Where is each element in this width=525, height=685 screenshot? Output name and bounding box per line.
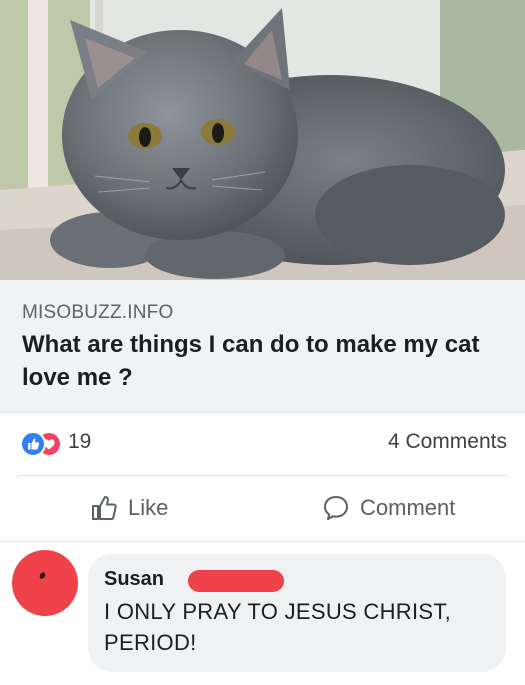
comment-bubble-icon [324,496,348,520]
comment-count-link[interactable]: 4 Comments [388,430,507,454]
comment-label: Comment [360,495,456,520]
link-title[interactable]: What are things I can do to make my cat … [22,328,512,394]
avatar-detail [38,571,47,580]
comment-text: I ONLY PRAY TO JESUS CHRIST, PERIOD! [104,599,452,655]
kitten-illustration [0,0,525,280]
reaction-count[interactable]: 19 [68,430,91,454]
thumbs-up-icon [92,496,117,520]
redaction-mark [188,570,284,592]
post-image[interactable] [0,0,525,280]
comment-author[interactable]: Susan [104,568,164,591]
link-preview[interactable]: MISOBUZZ.INFO What are things I can do t… [0,280,525,413]
like-reaction-icon [20,431,46,457]
comment-button[interactable]: Comment [322,492,455,524]
avatar[interactable] [12,550,78,616]
like-label: Like [128,495,169,520]
comment-bubble: Susan I ONLY PRAY TO JESUS CHRIST, PERIO… [88,554,506,672]
comment-item: Susan I ONLY PRAY TO JESUS CHRIST, PERIO… [0,541,525,685]
link-domain: MISOBUZZ.INFO [22,302,174,323]
post-stats: 19 4 Comments [0,413,525,475]
post-actions: Like Comment [0,476,525,540]
like-button[interactable]: Like [90,492,168,524]
